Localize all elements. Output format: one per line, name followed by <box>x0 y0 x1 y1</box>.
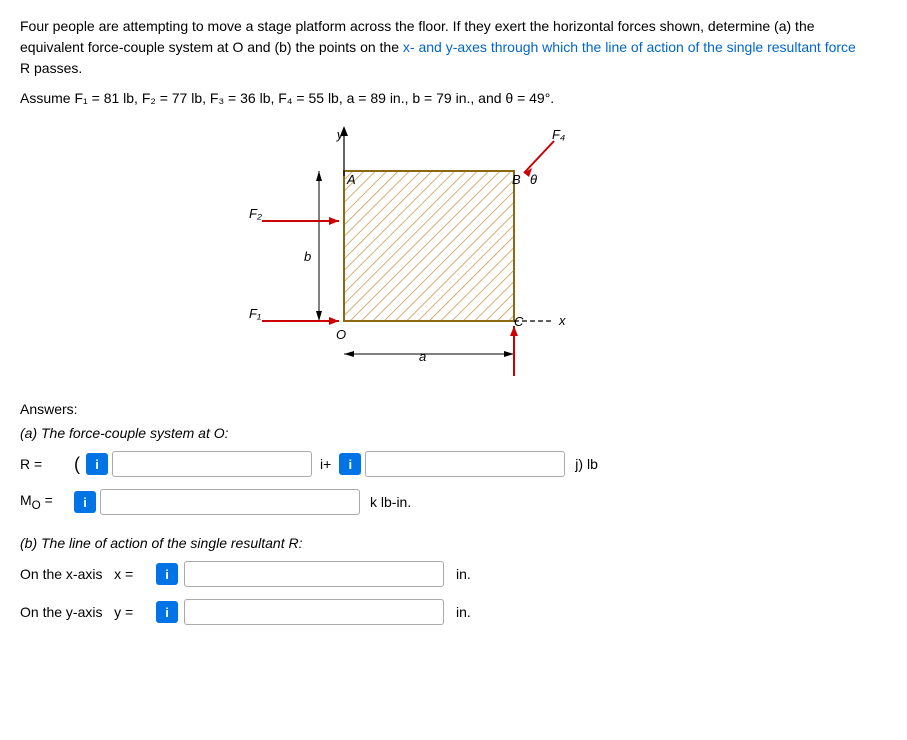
svg-text:b: b <box>304 249 311 264</box>
y-axis-input[interactable] <box>184 599 444 625</box>
svg-text:F₁: F₁ <box>249 306 261 321</box>
diagram-area: y x O A B θ C b a F₂ F₁ <box>244 121 664 381</box>
part-a-label: (a) The force-couple system at O: <box>20 425 887 441</box>
svg-text:F₂: F₂ <box>249 206 262 221</box>
problem-text: Four people are attempting to move a sta… <box>20 16 880 79</box>
Mo-input[interactable] <box>100 489 360 515</box>
k-unit: k lb-in. <box>370 494 411 510</box>
svg-text:θ: θ <box>530 172 537 187</box>
Mo-row: MO = i k lb-in. <box>20 489 887 515</box>
j-unit: j) lb <box>575 456 598 472</box>
plus-label: i+ <box>320 456 331 472</box>
problem-line2b: x- and y-axes through which the line of … <box>403 39 856 55</box>
x-unit: in. <box>456 566 471 582</box>
problem-line1: Four people are attempting to move a sta… <box>20 18 815 34</box>
svg-text:F₃: F₃ <box>507 379 520 381</box>
problem-line2a: equivalent force-couple system at O and … <box>20 39 403 55</box>
svg-text:C: C <box>514 314 524 329</box>
R-i-button-1[interactable]: i <box>86 453 108 475</box>
R-input-1[interactable] <box>112 451 312 477</box>
R-input-2[interactable] <box>365 451 565 477</box>
R-row: R = ( i i+ i j) lb <box>20 451 887 477</box>
svg-text:F₄: F₄ <box>552 127 565 142</box>
svg-text:a: a <box>419 349 426 364</box>
open-paren: ( <box>74 454 80 475</box>
y-axis-label: On the y-axis y = <box>20 604 150 620</box>
R-label: R = <box>20 456 70 472</box>
x-axis-i-button[interactable]: i <box>156 563 178 585</box>
svg-text:A: A <box>346 172 356 187</box>
svg-text:x: x <box>558 313 566 328</box>
part-b-section: (b) The line of action of the single res… <box>20 535 887 625</box>
svg-text:O: O <box>336 327 346 342</box>
y-axis-i-button[interactable]: i <box>156 601 178 623</box>
Mo-i-button[interactable]: i <box>74 491 96 513</box>
y-axis-row: On the y-axis y = i in. <box>20 599 887 625</box>
x-axis-label: On the x-axis x = <box>20 566 150 582</box>
x-axis-row: On the x-axis x = i in. <box>20 561 887 587</box>
part-b-label: (b) The line of action of the single res… <box>20 535 887 551</box>
x-axis-input[interactable] <box>184 561 444 587</box>
svg-text:B: B <box>512 172 521 187</box>
answers-label: Answers: <box>20 401 887 417</box>
Mo-label: MO = <box>20 492 70 512</box>
R-i-button-2[interactable]: i <box>339 453 361 475</box>
answers-section: Answers: (a) The force-couple system at … <box>20 401 887 625</box>
y-unit: in. <box>456 604 471 620</box>
problem-line3: R passes. <box>20 60 82 76</box>
assume-line: Assume F₁ = 81 lb, F₂ = 77 lb, F₃ = 36 l… <box>20 87 887 109</box>
